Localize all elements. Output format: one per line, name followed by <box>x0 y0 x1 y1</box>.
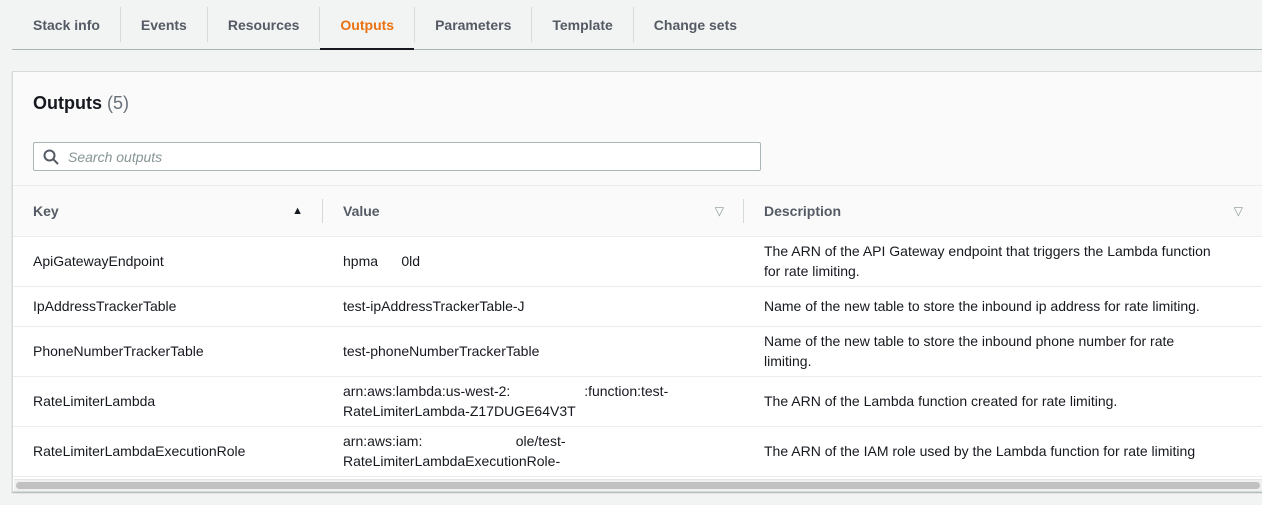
caret-up-icon: ▲ <box>292 204 303 217</box>
search-icon <box>34 143 68 170</box>
cell-description: Name of the new table to store the inbou… <box>744 286 1262 327</box>
cell-key: PhoneNumberTrackerTable <box>13 326 323 377</box>
search-input[interactable] <box>68 144 760 169</box>
tab-label: Events <box>140 16 187 33</box>
cell-description-line: Name of the new table to store the inbou… <box>764 333 1175 349</box>
column-header-value[interactable]: Value ▽ <box>323 186 744 237</box>
cell-description-line: limiting. <box>764 353 812 369</box>
cell-description-line: The ARN of the IAM role used by the Lamb… <box>764 443 1196 459</box>
table-row: ApiGatewayEndpoint hpma 0ld The ARN of t… <box>13 236 1262 287</box>
tab-label: Parameters <box>435 16 512 33</box>
panel-title: Outputs (5) <box>33 93 129 114</box>
tab-change-sets[interactable]: Change sets <box>634 0 757 49</box>
outputs-panel: Outputs (5) Search outputs Key ▲ Value ▽… <box>12 71 1262 492</box>
column-header-label: Key <box>33 202 59 219</box>
column-header-label: Description <box>764 202 842 219</box>
cell-value-line: hpma 0ld <box>343 253 421 269</box>
cell-value: hpma 0ld <box>323 236 744 287</box>
cell-value: test-phoneNumberTrackerTable <box>323 326 744 377</box>
table-row: RateLimiterLambda arn:aws:lambda:us-west… <box>13 376 1262 427</box>
horizontal-scrollbar[interactable] <box>14 479 1262 491</box>
cell-description-line: Name of the new table to store the inbou… <box>764 298 1200 314</box>
cell-description-line: The ARN of the API Gateway endpoint that… <box>764 243 1211 259</box>
cell-description-line: for rate limiting. <box>764 263 860 279</box>
tab-label: Change sets <box>653 16 738 33</box>
tab-stack-info[interactable]: Stack info <box>12 0 120 49</box>
panel-count: (5) <box>107 93 130 113</box>
column-header-description[interactable]: Description ▽ <box>744 186 1262 237</box>
cell-key: IpAddressTrackerTable <box>13 286 323 327</box>
tab-events[interactable]: Events <box>121 0 207 49</box>
cell-value: test-ipAddressTrackerTable-J <box>323 286 744 327</box>
cell-description: The ARN of the Lambda function created f… <box>744 376 1262 427</box>
outputs-table-wrapper: Key ▲ Value ▽ Description ▽ ApiGatewayEn… <box>13 186 1262 479</box>
tab-label: Outputs <box>340 16 395 33</box>
table-row: PhoneNumberTrackerTable test-phoneNumber… <box>13 326 1262 377</box>
caret-down-outline-icon: ▽ <box>1233 203 1243 218</box>
column-header-label: Value <box>343 202 380 219</box>
panel-header: Outputs (5) <box>13 72 1262 186</box>
cell-key: RateLimiterLambda <box>13 376 323 427</box>
cell-description: The ARN of the API Gateway endpoint that… <box>744 236 1262 287</box>
outputs-table: Key ▲ Value ▽ Description ▽ ApiGatewayEn… <box>13 186 1262 477</box>
table-row: RateLimiterLambdaExecutionRole arn:aws:i… <box>13 426 1262 477</box>
cell-value-line: test-phoneNumberTrackerTable <box>343 343 540 359</box>
panel-title-text: Outputs <box>33 93 102 113</box>
table-row: IpAddressTrackerTable test-ipAddressTrac… <box>13 286 1262 327</box>
tab-template[interactable]: Template <box>532 0 632 49</box>
search-box <box>33 142 761 171</box>
cell-key: ApiGatewayEndpoint <box>13 236 323 287</box>
stack-tabs: Stack info Events Resources Outputs Para… <box>12 0 1262 50</box>
tab-label: Resources <box>227 16 300 33</box>
tab-resources[interactable]: Resources <box>208 0 320 49</box>
cell-value-line: RateLimiterLambdaExecutionRole- <box>343 453 561 469</box>
cell-value-line: RateLimiterLambda-Z17DUGE64V3T <box>343 403 576 419</box>
scrollbar-thumb[interactable] <box>16 482 1260 489</box>
tab-parameters[interactable]: Parameters <box>415 0 531 49</box>
tab-label: Template <box>552 16 613 33</box>
cell-value: arn:aws:iam: ole/test- RateLimiterLambda… <box>323 426 744 477</box>
cell-value-line: arn:aws:iam: ole/test- <box>343 433 566 449</box>
cell-value: arn:aws:lambda:us-west-2: :function:test… <box>323 376 744 427</box>
cell-value-line: arn:aws:lambda:us-west-2: :function:test… <box>343 383 669 399</box>
table-header-row: Key ▲ Value ▽ Description ▽ <box>13 186 1262 237</box>
cell-description-line: The ARN of the Lambda function created f… <box>764 393 1118 409</box>
cell-key: RateLimiterLambdaExecutionRole <box>13 426 323 477</box>
column-header-key[interactable]: Key ▲ <box>13 186 323 237</box>
cell-value-line: test-ipAddressTrackerTable-J <box>343 298 525 314</box>
cell-description: Name of the new table to store the inbou… <box>744 326 1262 377</box>
tab-outputs[interactable]: Outputs <box>320 0 414 50</box>
cell-description: The ARN of the IAM role used by the Lamb… <box>744 426 1262 477</box>
caret-down-outline-icon: ▽ <box>714 203 724 218</box>
tab-label: Stack info <box>33 16 100 33</box>
